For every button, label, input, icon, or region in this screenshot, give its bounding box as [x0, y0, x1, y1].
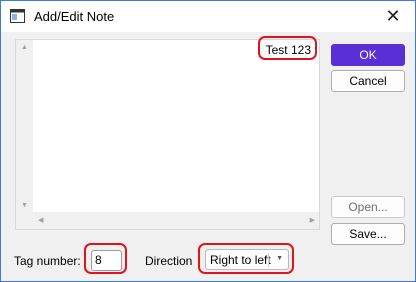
open-button[interactable]: Open... — [331, 196, 405, 218]
note-text-area[interactable]: ▲ ▼ ◀ ▶ Test 123 — [15, 39, 320, 230]
scroll-right-arrow-icon[interactable]: ▶ — [310, 216, 315, 224]
horizontal-scrollbar[interactable]: ◀ ▶ — [16, 212, 319, 229]
window-title: Add/Edit Note — [34, 9, 115, 24]
vertical-scrollbar[interactable]: ▲ ▼ — [16, 40, 33, 213]
scroll-up-arrow-icon[interactable]: ▲ — [21, 44, 28, 51]
tag-number-input[interactable]: 8 — [91, 250, 122, 271]
direction-select-value: Right to left — [210, 253, 271, 267]
tag-number-label: Tag number: — [14, 254, 81, 268]
scroll-left-arrow-icon[interactable]: ◀ — [38, 216, 43, 224]
note-text: Test 123 — [265, 43, 311, 57]
title-bar[interactable]: Add/Edit Note ✕ — [1, 1, 415, 32]
select-separator — [268, 253, 269, 267]
scroll-down-arrow-icon[interactable]: ▼ — [21, 202, 28, 209]
close-icon: ✕ — [385, 6, 401, 26]
window-app-icon — [10, 9, 25, 23]
close-button[interactable]: ✕ — [371, 1, 415, 32]
cancel-button[interactable]: Cancel — [331, 70, 405, 92]
direction-select[interactable]: Right to left ▼ — [205, 249, 289, 270]
direction-label: Direction — [145, 254, 193, 268]
chevron-down-icon: ▼ — [276, 255, 283, 262]
ok-button[interactable]: OK — [331, 44, 405, 66]
save-button[interactable]: Save... — [331, 223, 405, 245]
add-edit-note-dialog: Add/Edit Note ✕ ▲ ▼ ◀ ▶ Test 123 OK Canc… — [0, 0, 416, 282]
